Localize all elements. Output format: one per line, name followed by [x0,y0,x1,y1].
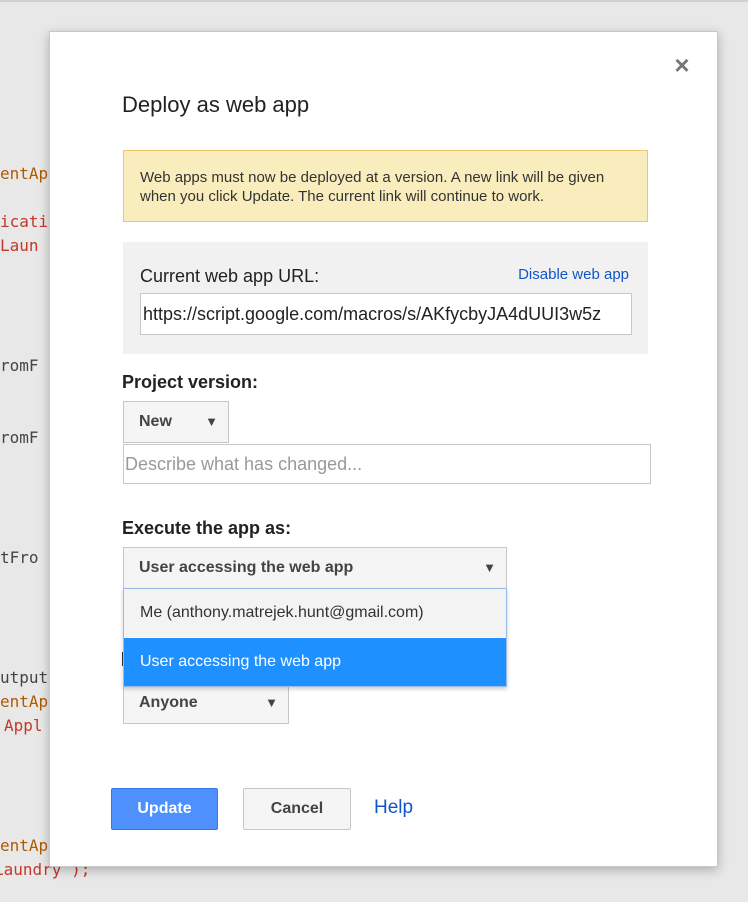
code-line: Appl [4,716,43,735]
project-version-value: New [139,413,172,430]
dropdown-option-user-accessing[interactable]: User accessing the web app [124,638,506,686]
cancel-button[interactable]: Cancel [243,788,351,830]
current-url-panel: Current web app URL: Disable web app htt… [123,242,648,354]
execute-as-value: User accessing the web app [139,559,354,576]
current-url-field[interactable]: https://script.google.com/macros/s/AKfyc… [140,293,632,335]
code-line: utput [0,668,49,687]
describe-changes-input[interactable]: Describe what has changed... [123,444,651,484]
code-line: romF [0,428,39,447]
execute-as-label: Execute the app as: [122,518,292,538]
execute-as-select[interactable]: User accessing the web app ▼ [123,547,507,589]
code-line: entAp [0,836,49,855]
access-select[interactable]: Anyone ▼ [123,682,289,724]
code-line: romF [0,356,39,375]
help-link[interactable]: Help [374,797,413,819]
deploy-dialog: × Deploy as web app Web apps must now be… [49,31,718,867]
code-line: entAp [0,692,49,711]
code-line: Laun [0,236,39,255]
chevron-down-icon: ▼ [205,414,218,429]
chevron-down-icon: ▼ [483,560,496,575]
project-version-label: Project version: [122,372,259,392]
close-icon[interactable]: × [670,50,694,80]
code-line: entAp [0,164,49,183]
code-line: icati [0,212,49,231]
dialog-title: Deploy as web app [122,92,310,117]
warning-message: Web apps must now be deployed at a versi… [123,150,648,222]
dropdown-option-me[interactable]: Me (anthony.matrejek.hunt@gmail.com) [124,589,506,637]
access-value: Anyone [139,694,198,711]
current-url-label: Current web app URL: [140,266,320,286]
update-button[interactable]: Update [111,788,218,830]
code-line: tFro [0,548,39,567]
project-version-select[interactable]: New ▼ [123,401,229,443]
top-border [0,0,748,2]
chevron-down-icon: ▼ [265,695,278,710]
execute-as-dropdown: Me (anthony.matrejek.hunt@gmail.com) Use… [123,588,507,687]
disable-web-app-link[interactable]: Disable web app [518,266,629,283]
